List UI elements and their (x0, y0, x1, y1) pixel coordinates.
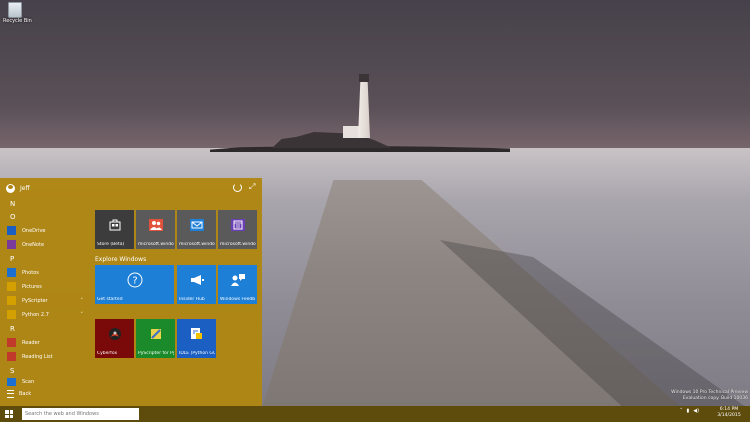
tile-store[interactable]: Store (Beta) (95, 210, 134, 249)
app-item-reader[interactable]: Reader (7, 337, 87, 348)
tile-label: PyScripter for Py (138, 351, 174, 356)
app-item-label: PyScripter (22, 297, 48, 304)
app-item-label: Photos (22, 269, 39, 276)
onenote-icon (7, 240, 16, 249)
app-item-reading-list[interactable]: Reading List (7, 351, 87, 362)
watermark-line-2: Evaluation copy. Build 10036 (682, 396, 748, 401)
tile-label: Get started (97, 297, 123, 302)
tile-label: microsoft.windo (220, 242, 256, 247)
recycle-bin-shortcut[interactable]: Recycle Bin (3, 2, 32, 24)
megaphone-icon (189, 274, 205, 288)
calendar-icon (230, 219, 245, 233)
island (272, 132, 392, 148)
tile-label: Cyberfox (97, 351, 118, 356)
start-menu: Jeff ⤢ N O OneDrive OneNote P Photos Pic… (0, 178, 262, 406)
pyscripter-icon (149, 327, 163, 343)
chevron-down-icon[interactable]: ˅ (81, 298, 84, 304)
tile-windows-feedback[interactable]: Windows Feedb (218, 265, 257, 304)
app-item-label: Pictures (22, 283, 42, 290)
tile-label: Store (Beta) (97, 242, 125, 247)
network-icon[interactable]: ▮ (687, 408, 690, 414)
menu-lines-icon (7, 390, 14, 398)
back-button[interactable]: Back (7, 390, 31, 398)
windows-start-icon[interactable] (5, 410, 13, 418)
store-icon (109, 219, 121, 233)
letter-header-o[interactable]: O (10, 213, 16, 221)
idle-icon (190, 327, 204, 343)
tile-idle[interactable]: IDLE (Python GU (177, 319, 216, 358)
lighthouse-tower (358, 80, 370, 138)
tile-label: Windows Feedb (220, 297, 256, 302)
app-item-photos[interactable]: Photos (7, 267, 87, 278)
tile-label: Insider Hub (179, 297, 205, 302)
search-input[interactable] (22, 408, 139, 420)
tile-label: IDLE (Python GU (179, 351, 215, 356)
app-item-label: Python 2.7 (22, 311, 49, 318)
app-item-onenote[interactable]: OneNote (7, 239, 87, 250)
tile-insider-hub[interactable]: Insider Hub (177, 265, 216, 304)
explore-windows-heading: Explore Windows (95, 256, 147, 263)
mail-icon (189, 219, 204, 233)
feedback-icon (230, 273, 246, 289)
volume-icon[interactable]: ◀) (693, 408, 699, 414)
app-item-pictures[interactable]: Pictures (7, 281, 87, 292)
clock-date: 3/14/2015 (717, 413, 741, 418)
taskbar: ˄ ▮ ◀) 6:14 PM 3/14/2015 (0, 406, 750, 422)
reader-icon (7, 338, 16, 347)
tile-pyscripter[interactable]: PyScripter for Py (136, 319, 175, 358)
letter-header-s[interactable]: S (10, 367, 14, 375)
tile-get-started[interactable]: ? Get started (95, 265, 174, 304)
app-list: N O OneDrive OneNote P Photos Pictures P… (0, 178, 90, 406)
letter-header-n[interactable]: N (10, 200, 15, 208)
tile-label: microsoft.windo (138, 242, 174, 247)
tile-cyberfox[interactable]: Cyberfox (95, 319, 134, 358)
recycle-bin-label: Recycle Bin (3, 18, 32, 24)
evaluation-watermark: Windows 10 Pro Technical Preview Evaluat… (671, 390, 748, 402)
clock[interactable]: 6:14 PM 3/14/2015 (710, 407, 748, 419)
cyberfox-icon (108, 327, 122, 343)
chevron-up-icon[interactable]: ˄ (680, 408, 683, 414)
app-item-label: OneNote (22, 241, 45, 248)
lighthouse-lantern (359, 74, 369, 82)
scan-icon (7, 378, 16, 386)
back-label: Back (19, 391, 32, 397)
expand-icon[interactable]: ⤢ (249, 182, 255, 192)
app-item-label: OneDrive (22, 227, 46, 234)
app-item-pyscripter[interactable]: PyScripter ˅ (7, 295, 87, 306)
app-item-label: Reading List (22, 353, 53, 360)
app-item-label: Reader (22, 339, 40, 346)
recycle-bin-icon (8, 2, 22, 18)
letter-header-r[interactable]: R (10, 325, 15, 333)
app-item-label: Scan (22, 379, 35, 385)
tile-calendar[interactable]: microsoft.windo (218, 210, 257, 249)
chevron-down-icon[interactable]: ˅ (81, 312, 84, 318)
people-icon (148, 219, 163, 233)
app-item-onedrive[interactable]: OneDrive (7, 225, 87, 236)
svg-text:?: ? (132, 276, 137, 287)
reading-list-icon (7, 352, 16, 361)
folder-icon (7, 296, 16, 305)
tile-people[interactable]: microsoft.windo (136, 210, 175, 249)
letter-header-p[interactable]: P (10, 255, 14, 263)
power-icon[interactable] (233, 183, 242, 192)
folder-icon (7, 310, 16, 319)
tile-mail[interactable]: microsoft.windo (177, 210, 216, 249)
photos-icon (7, 268, 16, 277)
question-icon: ? (127, 272, 143, 290)
app-item-scan[interactable]: Scan (7, 378, 87, 386)
onedrive-icon (7, 226, 16, 235)
folder-icon (7, 282, 16, 291)
tile-label: microsoft.windo (179, 242, 215, 247)
system-tray: ˄ ▮ ◀) (680, 408, 699, 414)
app-item-python[interactable]: Python 2.7 ˅ (7, 309, 87, 320)
